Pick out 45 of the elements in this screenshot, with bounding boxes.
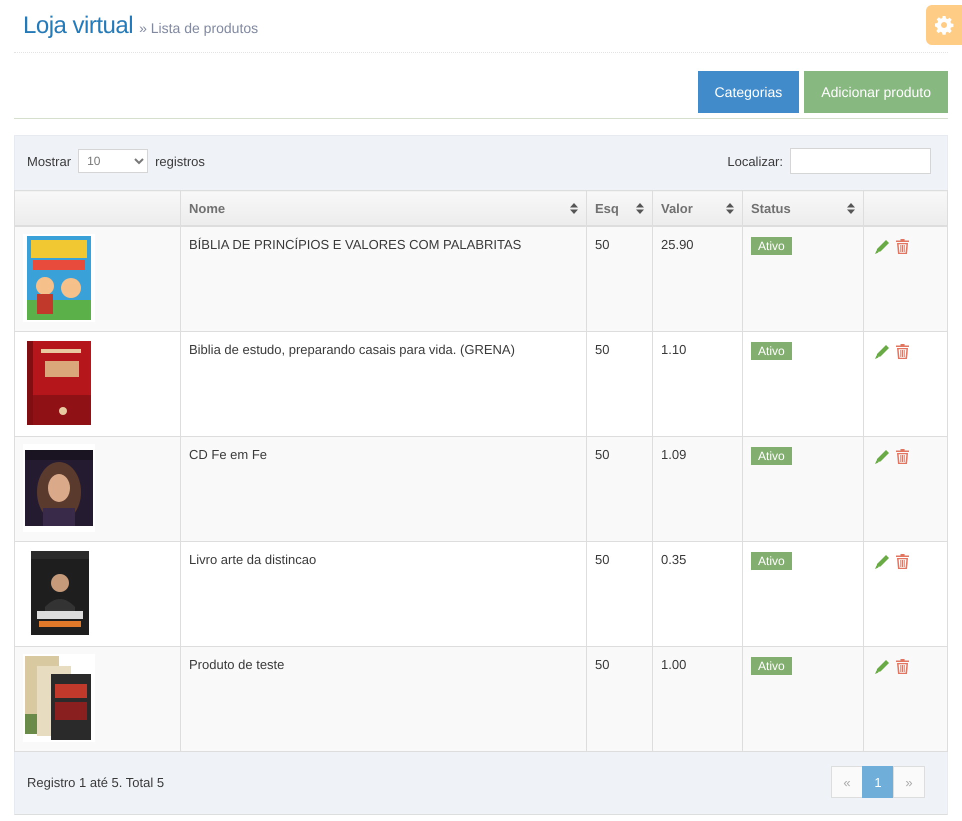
breadcrumb: » Lista de produtos [139, 20, 258, 36]
table-cell: Produto de teste [180, 646, 586, 752]
categories-button[interactable]: Categorias [698, 71, 800, 113]
edit-icon[interactable] [875, 449, 890, 464]
settings-button[interactable] [926, 5, 962, 45]
page-title: Loja virtual [23, 12, 134, 40]
status-badge: Ativo [751, 657, 792, 675]
table-cell: 50 [586, 646, 652, 752]
edit-icon[interactable] [875, 554, 890, 569]
sort-icon [847, 202, 855, 214]
table-cell: 50 [586, 436, 652, 542]
table-cell: 50 [586, 226, 652, 332]
add-product-button[interactable]: Adicionar produto [804, 71, 948, 113]
sort-icon [570, 202, 578, 214]
column-header[interactable]: Valor [652, 190, 742, 226]
records-label: registros [155, 154, 205, 168]
column-header[interactable]: Status [742, 190, 864, 226]
column-header[interactable]: Nome [180, 190, 586, 226]
search-label: Localizar: [727, 154, 783, 168]
status-badge: Ativo [751, 552, 792, 570]
table-cell: CD Fe em Fe [180, 436, 586, 542]
pagination-button[interactable]: 1 [862, 766, 894, 798]
sort-icon [726, 202, 734, 214]
records-info: Registro 1 até 5. Total 5 [27, 774, 164, 790]
edit-icon[interactable] [875, 659, 890, 674]
table-cell: 25.90 [652, 226, 742, 332]
status-badge: Ativo [751, 447, 792, 465]
edit-icon[interactable] [875, 344, 890, 359]
column-header[interactable]: Esq [586, 190, 652, 226]
delete-icon[interactable] [896, 659, 909, 674]
edit-icon[interactable] [875, 239, 890, 254]
status-badge: Ativo [751, 342, 792, 360]
delete-icon[interactable] [896, 344, 909, 359]
table-cell: BÍBLIA DE PRINCÍPIOS E VALORES COM PALABRITAS [180, 226, 586, 332]
table-cell: 1.09 [652, 436, 742, 542]
table-cell: 1.00 [652, 646, 742, 752]
sort-icon [636, 202, 644, 214]
delete-icon[interactable] [896, 449, 909, 464]
page-size-select[interactable]: 10 [78, 149, 148, 173]
status-badge: Ativo [751, 237, 792, 255]
show-label: Mostrar [27, 154, 72, 168]
settings-icon [934, 15, 954, 35]
search-field[interactable] [790, 148, 931, 174]
delete-icon[interactable] [896, 239, 909, 254]
delete-icon[interactable] [896, 554, 909, 569]
